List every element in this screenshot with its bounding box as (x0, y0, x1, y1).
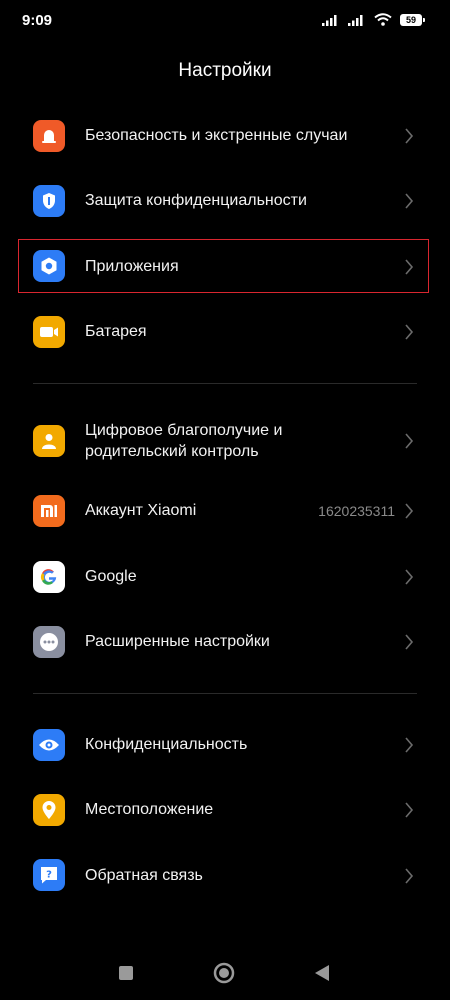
chevron-right-icon (405, 802, 414, 818)
battery-icon (33, 316, 65, 348)
status-icons: 59 (322, 13, 425, 26)
settings-item-label-line2: родительский контроль (85, 443, 259, 460)
settings-item-apps[interactable]: Приложения (0, 236, 450, 296)
chevron-right-icon (405, 569, 414, 585)
settings-item-privacy[interactable]: Конфиденциальность (0, 715, 450, 775)
settings-item-xiaomi-account[interactable]: Аккаунт Xiaomi 1620235311 (0, 480, 450, 540)
settings-item-label: Аккаунт Xiaomi (85, 502, 197, 519)
battery-level: 59 (405, 14, 416, 25)
chevron-right-icon (405, 634, 414, 650)
account-id: 1620235311 (318, 503, 395, 519)
feedback-icon: ? (33, 859, 65, 891)
chevron-right-icon (405, 868, 414, 884)
wellbeing-icon (33, 425, 65, 457)
xiaomi-icon (33, 495, 65, 527)
settings-item-label: Приложения (85, 258, 179, 275)
apps-gear-icon (33, 250, 65, 282)
settings-item-battery[interactable]: Батарея (0, 301, 450, 361)
settings-item-label: Конфиденциальность (85, 736, 248, 753)
signal-icon (322, 14, 337, 26)
more-dots-icon (33, 626, 65, 658)
settings-item-label: Батарея (85, 323, 147, 340)
settings-item-feedback[interactable]: ? Обратная связь (0, 845, 450, 905)
settings-item-label: Расширенные настройки (85, 633, 270, 650)
settings-item-label: Google (85, 568, 137, 585)
settings-item-label: Местоположение (85, 801, 214, 818)
section-divider (33, 693, 417, 694)
signal-icon-2 (348, 14, 363, 26)
settings-item-digital-wellbeing[interactable]: Цифровое благополучие и родительский кон… (0, 408, 450, 474)
back-triangle-icon[interactable] (314, 964, 330, 982)
wifi-icon (374, 13, 392, 26)
navigation-bar (0, 950, 450, 996)
recents-square-icon[interactable] (118, 965, 134, 981)
chevron-right-icon (405, 193, 414, 209)
settings-item-safety[interactable]: Безопасность и экстренные случаи (0, 106, 450, 166)
chevron-right-icon (405, 433, 414, 449)
google-icon (33, 561, 65, 593)
settings-item-label: Обратная связь (85, 867, 203, 884)
home-circle-icon[interactable] (213, 962, 235, 984)
location-pin-icon (33, 794, 65, 826)
settings-item-label-line1: Цифровое благополучие и (85, 422, 283, 439)
battery-icon: 59 (400, 13, 425, 26)
settings-item-advanced[interactable]: Расширенные настройки (0, 612, 450, 672)
chevron-right-icon (405, 737, 414, 753)
settings-item-label: Защита конфиденциальности (85, 192, 307, 209)
status-bar: 9:09 59 (0, 0, 450, 44)
privacy-shield-icon (33, 185, 65, 217)
settings-item-privacy-protection[interactable]: Защита конфиденциальности (0, 171, 450, 231)
svg-text:?: ? (46, 870, 52, 881)
status-time: 9:09 (22, 12, 53, 29)
chevron-right-icon (405, 503, 414, 519)
chevron-right-icon (405, 128, 414, 144)
chevron-right-icon (405, 259, 414, 275)
eye-icon (33, 729, 65, 761)
section-divider (33, 383, 417, 384)
page-title: Настройки (178, 60, 272, 81)
settings-item-label: Безопасность и экстренные случаи (85, 127, 348, 144)
emergency-icon (33, 120, 65, 152)
settings-item-location[interactable]: Местоположение (0, 780, 450, 840)
settings-item-google[interactable]: Google (0, 546, 450, 606)
chevron-right-icon (405, 324, 414, 340)
